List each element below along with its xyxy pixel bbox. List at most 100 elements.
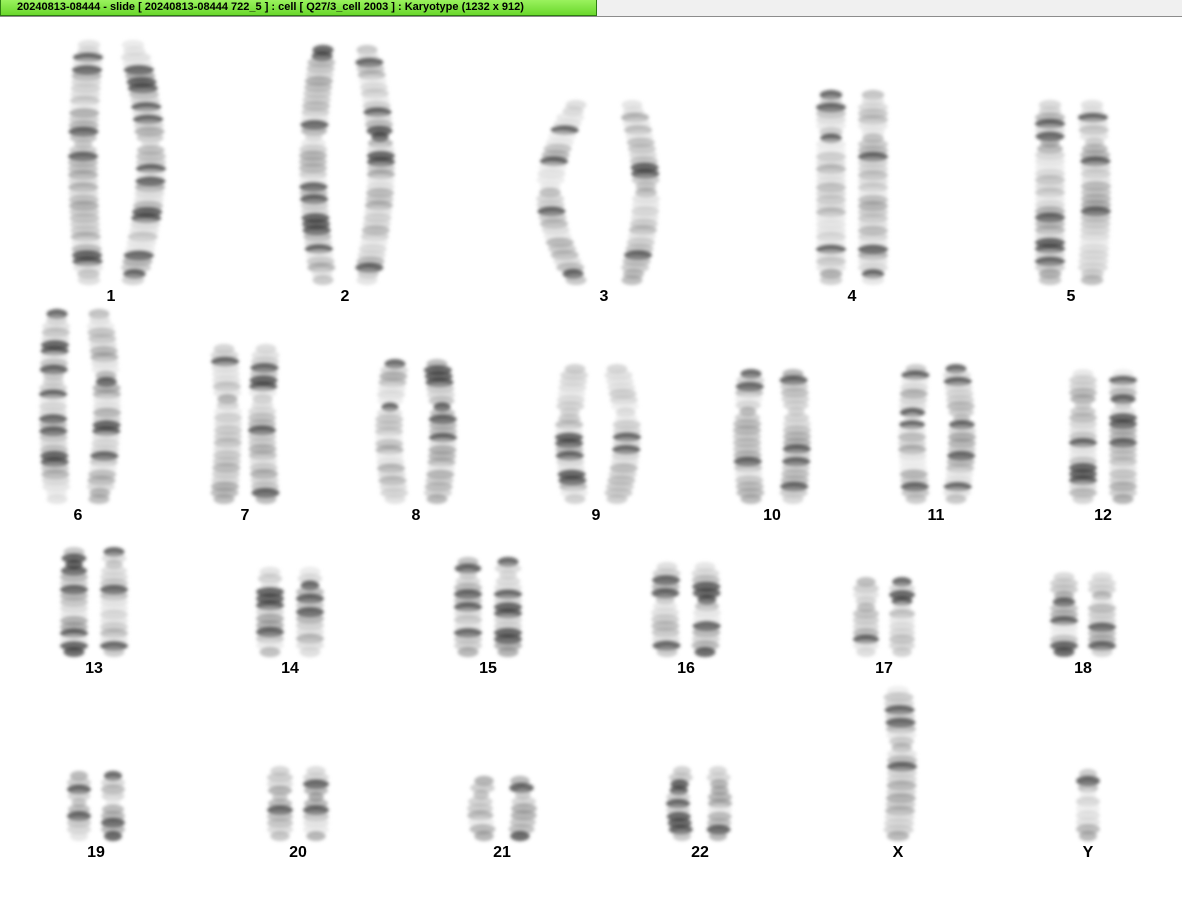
chromosome-image-X — [883, 685, 917, 842]
chromatid-8-1[interactable] — [375, 359, 409, 504]
chromosome-pair-3[interactable] — [524, 99, 684, 298]
karyotype-canvas: 1 2 3 4 5 6 7 8 9 10 11 12 13 14 15 16 17 18 19 20 21 22 X Y — [0, 18, 1182, 899]
chromosome-pair-21[interactable] — [422, 775, 582, 854]
chromosome-band — [656, 646, 678, 658]
chromatid-13-2[interactable] — [100, 547, 128, 657]
chromatid-5-2[interactable] — [1077, 99, 1111, 286]
chromosome-band — [103, 647, 125, 657]
chromosome-pair-19[interactable] — [16, 770, 176, 854]
chromatid-Y-1[interactable] — [1076, 768, 1100, 842]
chromosome-band — [694, 646, 716, 658]
chromosome-pair-X[interactable] — [818, 685, 978, 854]
chromatid-22-1[interactable] — [666, 765, 693, 842]
chromatid-16-1[interactable] — [651, 561, 681, 658]
chromosome-label-4: 4 — [847, 288, 857, 305]
chromosome-pair-1[interactable] — [31, 39, 191, 298]
chromosome-pair-2[interactable] — [265, 44, 425, 298]
chromatid-12-1[interactable] — [1069, 368, 1097, 505]
chromosome-band — [709, 830, 727, 842]
chromatid-1-1[interactable] — [68, 39, 104, 286]
chromatid-3-2[interactable] — [621, 99, 660, 286]
chromatid-20-1[interactable] — [267, 765, 293, 842]
chromosome-pair-11[interactable] — [856, 363, 1016, 517]
chromosome-image-3 — [536, 99, 660, 286]
chromatid-18-2[interactable] — [1088, 572, 1116, 657]
chromatid-13-1[interactable] — [60, 547, 88, 657]
chromosome-label-6: 6 — [73, 507, 83, 524]
chromatid-4-1[interactable] — [816, 89, 846, 286]
chromosome-band — [892, 647, 912, 657]
chromosome-pair-6[interactable] — [0, 308, 158, 517]
chromatid-19-2[interactable] — [101, 770, 125, 842]
chromatid-4-2[interactable] — [858, 89, 888, 286]
chromatid-20-2[interactable] — [303, 765, 329, 842]
chromatid-7-2[interactable] — [248, 343, 280, 505]
chromosome-pair-17[interactable] — [804, 577, 964, 670]
chromatid-21-2[interactable] — [508, 775, 537, 842]
chromosome-band — [1038, 274, 1062, 286]
chromatid-11-1[interactable] — [898, 363, 930, 505]
chromosome-band — [213, 493, 235, 505]
chromosome-image-1 — [68, 39, 166, 286]
chromosome-pair-20[interactable] — [218, 765, 378, 854]
chromatid-7-1[interactable] — [210, 343, 242, 505]
chromosome-pair-7[interactable] — [165, 343, 325, 517]
chromatid-X-1[interactable] — [883, 685, 917, 842]
chromosome-label-5: 5 — [1066, 288, 1076, 305]
chromatid-9-1[interactable] — [555, 363, 589, 505]
chromatid-6-1[interactable] — [39, 308, 71, 505]
chromatid-10-1[interactable] — [733, 368, 765, 505]
chromatid-1-2[interactable] — [120, 39, 166, 286]
chromosome-pair-14[interactable] — [210, 566, 370, 670]
chromatid-15-2[interactable] — [494, 556, 522, 658]
chromatid-18-1[interactable] — [1050, 572, 1078, 657]
chromatid-16-2[interactable] — [691, 561, 721, 658]
chromosome-band — [312, 274, 334, 286]
chromosome-band — [565, 274, 587, 286]
chromosome-pair-13[interactable] — [14, 547, 174, 670]
chromosome-image-8 — [375, 359, 457, 504]
chromatid-9-2[interactable] — [604, 363, 641, 505]
chromatid-6-2[interactable] — [86, 308, 121, 505]
chromosome-band — [606, 493, 628, 505]
chromatid-2-2[interactable] — [355, 44, 395, 286]
chromosome-label-19: 19 — [87, 844, 105, 861]
chromosome-band — [782, 493, 804, 505]
chromosome-pair-Y[interactable] — [1008, 768, 1168, 854]
chromatid-11-2[interactable] — [942, 363, 976, 505]
chromatid-17-2[interactable] — [889, 577, 915, 657]
chromosome-band — [621, 274, 643, 286]
chromosome-label-21: 21 — [493, 844, 511, 861]
chromosome-band — [63, 647, 85, 657]
chromosome-pair-5[interactable] — [991, 99, 1151, 298]
window-title-tab[interactable]: 20240813-08444 - slide [ 20240813-08444 … — [0, 0, 597, 16]
chromosome-image-17 — [853, 577, 915, 657]
chromatid-3-1[interactable] — [536, 99, 587, 286]
chromosome-label-18: 18 — [1074, 660, 1092, 677]
chromosome-pair-8[interactable] — [336, 359, 496, 517]
chromosome-pair-15[interactable] — [408, 556, 568, 670]
chromosome-pair-16[interactable] — [606, 561, 766, 670]
chromatid-14-2[interactable] — [296, 566, 324, 658]
chromatid-12-2[interactable] — [1109, 368, 1137, 505]
chromatid-5-1[interactable] — [1035, 99, 1065, 286]
chromatid-2-1[interactable] — [299, 44, 336, 286]
chromosome-band — [121, 274, 145, 286]
chromosome-pair-10[interactable] — [692, 368, 852, 517]
chromatid-10-2[interactable] — [779, 368, 811, 505]
chromatid-17-1[interactable] — [853, 577, 879, 657]
chromosome-pair-18[interactable] — [1003, 572, 1163, 670]
chromosome-band — [384, 494, 406, 504]
chromatid-19-1[interactable] — [67, 770, 91, 842]
chromosome-label-14: 14 — [281, 660, 299, 677]
chromatid-8-2[interactable] — [423, 359, 457, 504]
chromatid-22-2[interactable] — [706, 765, 732, 842]
chromatid-14-1[interactable] — [256, 566, 284, 658]
chromatid-15-1[interactable] — [454, 556, 482, 658]
chromosome-pair-12[interactable] — [1023, 368, 1182, 517]
chromatid-21-1[interactable] — [467, 775, 496, 842]
chromosome-pair-9[interactable] — [516, 363, 676, 517]
chromosome-pair-22[interactable] — [620, 765, 780, 854]
chromosome-pair-4[interactable] — [772, 89, 932, 298]
chromosome-image-4 — [816, 89, 888, 286]
